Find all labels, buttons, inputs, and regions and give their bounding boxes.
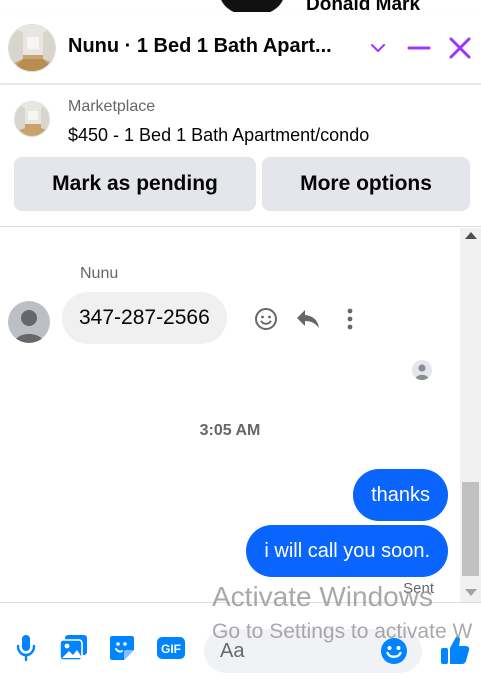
react-emoji-icon[interactable] xyxy=(252,305,280,333)
reply-icon[interactable] xyxy=(294,305,322,333)
gif-icon-label: GIF xyxy=(161,642,181,656)
outgoing-message-bubble[interactable]: i will call you soon. xyxy=(246,525,448,577)
thumbs-up-icon[interactable] xyxy=(438,633,472,667)
marketplace-label: Marketplace xyxy=(68,98,156,115)
minimize-icon[interactable] xyxy=(405,34,433,62)
message-input-placeholder: Aa xyxy=(220,640,245,662)
outgoing-message-bubble[interactable]: thanks xyxy=(353,469,448,521)
mark-as-pending-button[interactable]: Mark as pending xyxy=(14,157,256,211)
marketplace-listing-card: Marketplace $450 - 1 Bed 1 Bath Apartmen… xyxy=(0,85,481,227)
avatar[interactable] xyxy=(8,301,50,343)
image-icon[interactable] xyxy=(59,633,89,663)
read-receipt-avatar xyxy=(412,360,432,380)
scrollbar[interactable] xyxy=(460,228,481,602)
conversation-title[interactable]: Nunu · 1 Bed 1 Bath Apart... xyxy=(68,35,358,58)
sticker-icon[interactable] xyxy=(107,633,137,663)
microphone-icon[interactable] xyxy=(11,633,41,663)
scrollbar-thumb[interactable] xyxy=(462,482,479,576)
message-timestamp: 3:05 AM xyxy=(199,422,261,439)
listing-thumbnail[interactable] xyxy=(8,24,56,72)
listing-title[interactable]: $450 - 1 Bed 1 Bath Apartment/condo xyxy=(68,125,369,146)
scroll-down-arrow-icon[interactable] xyxy=(465,589,477,596)
message-status: Sent xyxy=(403,580,434,597)
incoming-message-bubble[interactable]: 347-287-2566 xyxy=(62,292,227,344)
scroll-up-arrow-icon[interactable] xyxy=(465,232,477,239)
more-options-icon[interactable] xyxy=(336,305,364,333)
chevron-down-icon[interactable] xyxy=(364,34,392,62)
message-list: Nunu 347-287-2566 3:05 AM thanks i will … xyxy=(0,228,460,602)
sender-name: Nunu xyxy=(80,265,119,282)
close-icon[interactable] xyxy=(446,34,474,62)
gif-icon[interactable]: GIF xyxy=(155,633,187,663)
more-options-button[interactable]: More options xyxy=(262,157,470,211)
message-input[interactable]: Aa xyxy=(204,629,422,673)
chat-header: Nunu · 1 Bed 1 Bath Apart... xyxy=(0,12,481,84)
listing-thumbnail-small[interactable] xyxy=(14,101,50,137)
background-page: Donald Mark xyxy=(0,0,481,16)
message-composer: GIF Aa xyxy=(0,602,481,688)
emoji-icon[interactable] xyxy=(380,637,408,665)
messenger-chat-window: Donald Mark Nunu · 1 Bed 1 Bath Apart... xyxy=(0,0,481,688)
